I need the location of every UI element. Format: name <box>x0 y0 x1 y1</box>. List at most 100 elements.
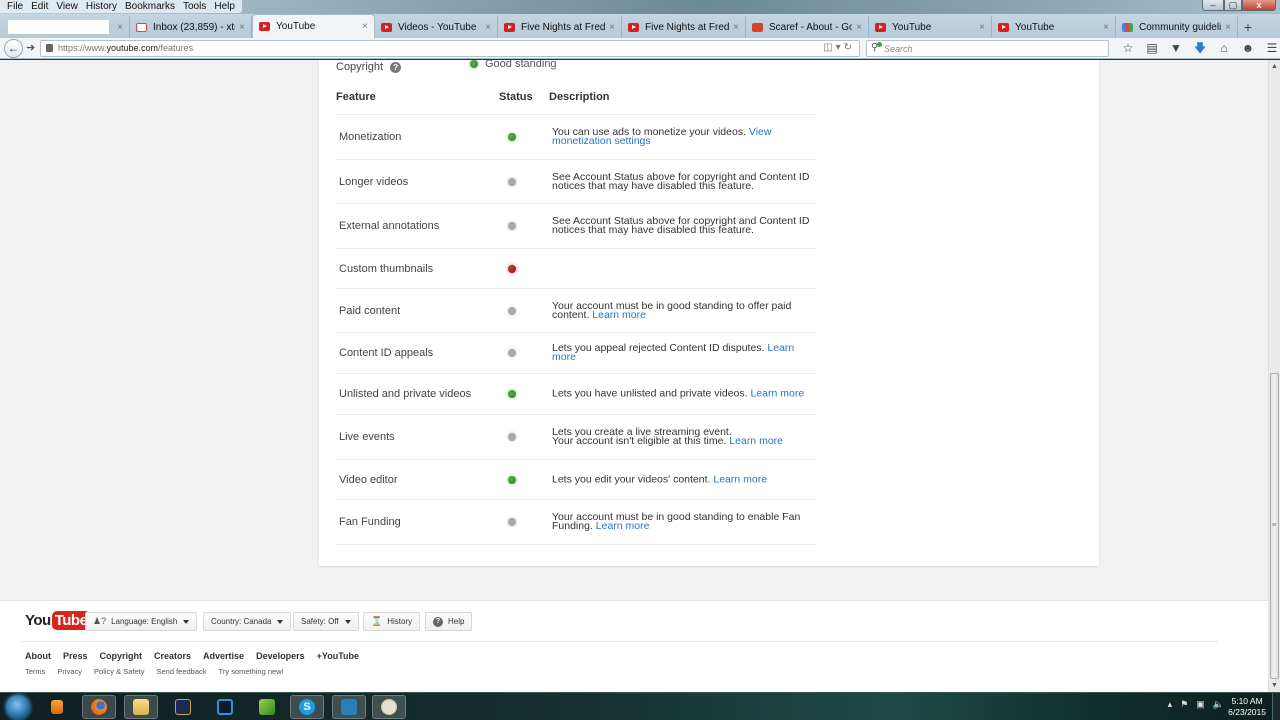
help-button[interactable]: ? Help <box>425 612 473 631</box>
home-icon[interactable]: ⌂ <box>1212 40 1236 57</box>
country-picker-button[interactable]: Country: Canada <box>203 612 292 631</box>
url-text[interactable]: https://www.youtube.com/features <box>58 43 193 53</box>
show-desktop-button[interactable] <box>1272 693 1280 720</box>
action-center-flag-icon[interactable]: ⚑ <box>1180 699 1188 710</box>
tab-fnaf-1[interactable]: Five Nights at Freddy'... × <box>498 16 622 38</box>
taskbar-remote-desktop[interactable] <box>208 695 242 719</box>
tab-close-icon[interactable]: × <box>485 22 491 33</box>
footer-link-policy-safety[interactable]: Policy & Safety <box>94 667 144 676</box>
folder-icon <box>133 699 149 715</box>
tab-fnaf-2[interactable]: Five Nights at Freddy'... × <box>622 16 746 38</box>
menu-bookmarks[interactable]: Bookmarks <box>121 0 179 13</box>
menu-help[interactable]: Help <box>210 0 239 13</box>
download-icon[interactable]: 🡇 <box>1188 40 1212 57</box>
youtube-icon <box>875 22 886 32</box>
taskbar-league-of-legends[interactable] <box>166 695 200 719</box>
show-hidden-icons-icon[interactable]: ▴ <box>1168 699 1173 710</box>
tab-google-plus-about[interactable]: Scaref - About - Goog... × <box>746 16 869 38</box>
menu-edit[interactable]: Edit <box>27 0 52 13</box>
footer-link-copyright[interactable]: Copyright <box>100 651 143 661</box>
chevron-down-icon <box>183 619 190 624</box>
tab-close-icon[interactable]: × <box>609 22 615 33</box>
bookmarks-list-icon[interactable]: ▤ <box>1140 40 1164 57</box>
scrollbar-thumb[interactable]: ≡ <box>1270 373 1279 679</box>
footer-link-creators[interactable]: Creators <box>154 651 191 661</box>
footer-link-privacy[interactable]: Privacy <box>57 667 82 676</box>
pocket-icon[interactable]: ▼ <box>1164 40 1188 57</box>
learn-more-link[interactable]: Learn more <box>592 309 646 321</box>
tab-blank[interactable]: × <box>2 16 130 38</box>
feature-row: Video editor Lets you edit your videos' c… <box>336 460 816 500</box>
vertical-scrollbar[interactable]: ▲ ≡ ▼ <box>1268 60 1280 692</box>
minimize-button[interactable]: – <box>1202 0 1224 11</box>
scroll-down-arrow-icon[interactable]: ▼ <box>1271 682 1278 689</box>
feature-name: Fan Funding <box>339 516 401 528</box>
maximize-button[interactable]: ▢ <box>1224 0 1242 11</box>
close-window-button[interactable]: x <box>1242 0 1276 11</box>
tab-close-icon[interactable]: × <box>117 22 123 33</box>
menu-view[interactable]: View <box>52 0 82 13</box>
tab-youtube-3[interactable]: YouTube × <box>992 16 1116 38</box>
system-clock[interactable]: 5:10 AM 6/23/2015 <box>1228 696 1266 718</box>
tab-close-icon[interactable]: × <box>1103 22 1109 33</box>
menu-history[interactable]: History <box>82 0 121 13</box>
footer-link-developers[interactable]: Developers <box>256 651 305 661</box>
tab-gmail-inbox[interactable]: Inbox (23,859) - xtrem... × <box>130 16 252 38</box>
tab-youtube-2[interactable]: YouTube × <box>869 16 992 38</box>
tab-close-icon[interactable]: × <box>733 22 739 33</box>
taskbar-skype[interactable]: S <box>290 695 324 719</box>
tab-close-icon[interactable]: × <box>856 22 862 33</box>
tab-close-icon[interactable]: × <box>362 21 368 32</box>
bookmark-star-icon[interactable]: ☆ <box>1116 40 1140 57</box>
chevron-down-icon <box>277 619 284 624</box>
menu-tools[interactable]: Tools <box>179 0 210 13</box>
taskbar-game-app[interactable] <box>250 695 284 719</box>
hello-chat-icon[interactable]: ☻ <box>1236 40 1260 57</box>
back-button[interactable]: ← <box>4 39 23 58</box>
tab-close-icon[interactable]: × <box>979 22 985 33</box>
footer-link-terms[interactable]: Terms <box>25 667 45 676</box>
paint-palette-icon <box>381 699 397 715</box>
footer-link-press[interactable]: Press <box>63 651 88 661</box>
youtube-logo[interactable]: You Tube <box>25 611 91 630</box>
menu-file[interactable]: File <box>3 0 27 13</box>
taskbar-paint[interactable] <box>372 695 406 719</box>
footer-link-plus-youtube[interactable]: +YouTube <box>317 651 359 661</box>
safety-mode-button[interactable]: Safety: Off <box>293 612 359 631</box>
network-icon[interactable]: ▣ <box>1196 699 1205 710</box>
footer-link-about[interactable]: About <box>25 651 51 661</box>
feature-name: Video editor <box>339 473 398 486</box>
search-bar[interactable]: ⚲ Search <box>866 40 1109 57</box>
reader-view-icon[interactable]: ◫▾↻ <box>823 42 855 53</box>
language-picker-button[interactable]: ♟? Language: English <box>85 612 198 631</box>
new-tab-button[interactable]: + <box>1238 16 1258 38</box>
hourglass-icon: ⌛ <box>371 616 383 626</box>
footer-link-advertise[interactable]: Advertise <box>203 651 244 661</box>
tab-close-icon[interactable]: × <box>1225 22 1231 33</box>
scroll-up-arrow-icon[interactable]: ▲ <box>1271 63 1278 70</box>
taskbar-movie-maker[interactable] <box>332 695 366 719</box>
copyright-label-text: Copyright <box>336 61 384 73</box>
volume-icon[interactable]: 🔈 <box>1213 699 1224 710</box>
taskbar-firefox[interactable] <box>82 695 116 719</box>
learn-more-link[interactable]: Learn more <box>729 435 783 447</box>
tab-community-guidelines[interactable]: Community guideline... × <box>1116 16 1238 38</box>
tab-videos-youtube[interactable]: Videos - YouTube × <box>375 16 498 38</box>
tab-title: Five Nights at Freddy'... <box>645 21 730 33</box>
url-bar[interactable]: https://www.youtube.com/features ◫▾↻ <box>40 40 860 57</box>
history-button[interactable]: ⌛ History <box>363 612 421 631</box>
start-button[interactable] <box>6 695 30 719</box>
learn-more-link[interactable]: Learn more <box>713 473 767 485</box>
menu-hamburger-icon[interactable]: ☰ <box>1260 40 1280 57</box>
help-icon[interactable]: ? <box>390 61 402 73</box>
taskbar-file-explorer[interactable] <box>124 695 158 719</box>
footer-link-send-feedback[interactable]: Send feedback <box>156 667 206 676</box>
tab-youtube-active[interactable]: YouTube × <box>252 14 375 38</box>
gmail-icon <box>136 22 147 32</box>
forward-button[interactable]: ➜ <box>26 41 35 54</box>
learn-more-link[interactable]: Learn more <box>596 520 650 532</box>
taskbar-windows-media-player[interactable] <box>40 695 74 719</box>
learn-more-link[interactable]: Learn more <box>750 388 804 400</box>
tab-close-icon[interactable]: × <box>239 22 245 33</box>
footer-link-try-something-new[interactable]: Try something new! <box>219 667 284 676</box>
